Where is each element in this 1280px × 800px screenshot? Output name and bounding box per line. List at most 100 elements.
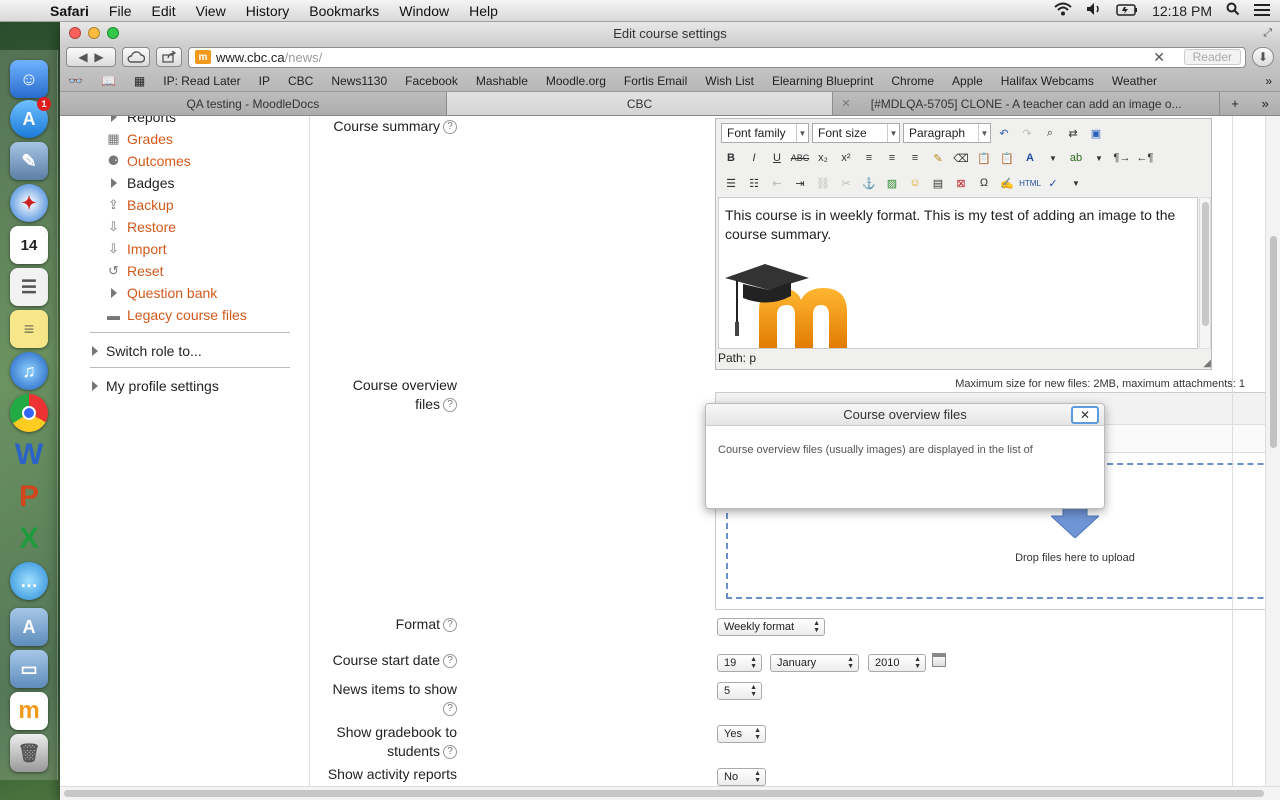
bookmark-cbc[interactable]: CBC: [288, 74, 313, 88]
bullet-list-icon[interactable]: ☰: [721, 173, 741, 193]
sidebar-item-legacy-files[interactable]: ▬ Legacy course files: [106, 307, 247, 323]
page-vertical-scrollbar[interactable]: [1265, 116, 1280, 786]
zoom-window-button[interactable]: [107, 27, 119, 39]
help-icon[interactable]: ?: [443, 745, 457, 760]
align-left-icon[interactable]: ≡: [859, 148, 879, 168]
subscript-icon[interactable]: x₂: [813, 148, 833, 168]
back-arrow-icon[interactable]: ◀: [78, 50, 87, 64]
ltr-icon[interactable]: ¶→: [1112, 148, 1132, 168]
top-sites-grid-icon[interactable]: ▦: [134, 74, 145, 88]
chevron-down-icon[interactable]: ▼: [1066, 173, 1086, 193]
sidebar-profile-settings[interactable]: My profile settings: [92, 378, 219, 394]
font-family-select[interactable]: Font family ▼: [721, 123, 809, 143]
menu-view[interactable]: View: [186, 3, 236, 19]
outdent-icon[interactable]: ⇤: [767, 173, 787, 193]
chrome-icon[interactable]: [10, 394, 48, 432]
sidebar-item-badges[interactable]: Badges: [106, 175, 174, 191]
activity-reports-select[interactable]: No ▲ ▼: [717, 768, 766, 786]
bookmark-fortis-email[interactable]: Fortis Email: [624, 74, 687, 88]
tab-qa-testing[interactable]: QA testing - MoodleDocs: [60, 92, 447, 115]
fullscreen-icon[interactable]: ⤢: [1263, 27, 1272, 40]
menu-file[interactable]: File: [99, 3, 142, 19]
spellcheck-icon[interactable]: ✓: [1043, 173, 1063, 193]
paste-word-icon[interactable]: 📋: [997, 148, 1017, 168]
eraser-icon[interactable]: ⌫: [951, 148, 971, 168]
menu-history[interactable]: History: [236, 3, 300, 19]
anchor-icon[interactable]: ⚓: [859, 173, 879, 193]
moodle-icon[interactable]: m: [10, 692, 48, 730]
gradebook-select[interactable]: Yes ▲ ▼: [717, 725, 766, 743]
menu-app-name[interactable]: Safari: [40, 3, 99, 19]
redo-icon[interactable]: ↷: [1017, 123, 1037, 143]
align-center-icon[interactable]: ≡: [882, 148, 902, 168]
help-icon[interactable]: ?: [443, 398, 457, 413]
close-window-button[interactable]: [69, 27, 81, 39]
paste-text-icon[interactable]: 📋: [974, 148, 994, 168]
start-month-select[interactable]: January ▲ ▼: [770, 654, 859, 672]
help-icon[interactable]: ?: [443, 618, 457, 633]
bookmark-ip[interactable]: IP: [259, 74, 270, 88]
font-size-select[interactable]: Font size ▼: [812, 123, 900, 143]
downloads-button[interactable]: ⬇: [1252, 47, 1274, 67]
close-tab-icon[interactable]: ✕: [841, 97, 850, 110]
clear-url-icon[interactable]: ✕: [1153, 49, 1165, 66]
battery-icon[interactable]: [1116, 3, 1138, 19]
documents-folder-icon[interactable]: ▭: [10, 650, 48, 688]
finder-icon[interactable]: ☺: [10, 60, 48, 98]
bookmark-moodle-org[interactable]: Moodle.org: [546, 74, 606, 88]
icloud-tabs-button[interactable]: [122, 47, 150, 67]
menu-bookmarks[interactable]: Bookmarks: [299, 3, 389, 19]
sidebar-item-grades[interactable]: ▦ Grades: [106, 131, 173, 147]
trash-icon[interactable]: 🗑: [10, 734, 48, 772]
unlink-icon[interactable]: ✂: [836, 173, 856, 193]
sidebar-item-restore[interactable]: ⇩ Restore: [106, 219, 176, 235]
bookmark-apple[interactable]: Apple: [952, 74, 983, 88]
start-year-select[interactable]: 2010 ▲ ▼: [868, 654, 926, 672]
start-day-select[interactable]: 19 ▲ ▼: [717, 654, 762, 672]
find-icon[interactable]: ⌕: [1040, 123, 1060, 143]
image-icon[interactable]: ▨: [882, 173, 902, 193]
chevron-down-icon[interactable]: ▼: [1043, 148, 1063, 168]
replace-icon[interactable]: ⇄: [1063, 123, 1083, 143]
excel-icon[interactable]: X: [10, 520, 48, 558]
menubar-clock[interactable]: 12:18 PM: [1152, 3, 1212, 19]
text-color-icon[interactable]: A: [1020, 148, 1040, 168]
sidebar-item-backup[interactable]: ⇪ Backup: [106, 197, 174, 213]
new-tab-icon[interactable]: +: [1231, 96, 1239, 111]
paragraph-format-select[interactable]: Paragraph ▼: [903, 123, 991, 143]
minimize-window-button[interactable]: [88, 27, 100, 39]
tab-overflow-icon[interactable]: »: [1261, 96, 1268, 111]
calendar-icon[interactable]: 14: [10, 226, 48, 264]
sidebar-item-question-bank[interactable]: Question bank: [106, 285, 217, 301]
bookmark-elearning-blueprint[interactable]: Elearning Blueprint: [772, 74, 873, 88]
news-items-select[interactable]: 5 ▲ ▼: [717, 682, 762, 700]
sidebar-item-reset[interactable]: ↺ Reset: [106, 263, 164, 279]
stickies-icon[interactable]: ≡: [10, 310, 48, 348]
reader-button[interactable]: Reader: [1183, 49, 1241, 65]
bookmark-weather[interactable]: Weather: [1112, 74, 1157, 88]
editor-content[interactable]: This course is in weekly format. This is…: [718, 197, 1198, 349]
wifi-icon[interactable]: [1054, 2, 1072, 19]
bold-icon[interactable]: B: [721, 148, 741, 168]
moodle-nolink-icon[interactable]: ⊠: [951, 173, 971, 193]
highlight-color-icon[interactable]: ab: [1066, 148, 1086, 168]
sidebar-item-reports[interactable]: Reports: [106, 116, 176, 125]
align-right-icon[interactable]: ≡: [905, 148, 925, 168]
menu-window[interactable]: Window: [389, 3, 459, 19]
bookmark-ip-read-later[interactable]: IP: Read Later: [163, 74, 240, 88]
numbered-list-icon[interactable]: ☷: [744, 173, 764, 193]
chevron-down-icon[interactable]: ▼: [1089, 148, 1109, 168]
fullscreen-editor-icon[interactable]: ▣: [1086, 123, 1106, 143]
editor-scrollbar[interactable]: [1199, 197, 1211, 349]
underline-icon[interactable]: U: [767, 148, 787, 168]
address-bar[interactable]: m www.cbc.ca/news/ ✕ Reader: [188, 46, 1246, 68]
strikethrough-icon[interactable]: ABC: [790, 148, 810, 168]
resize-handle-icon[interactable]: ◢: [1203, 358, 1211, 369]
spotlight-search-icon[interactable]: [1226, 2, 1240, 19]
safari-icon[interactable]: ✦: [10, 184, 48, 222]
rtl-icon[interactable]: ←¶: [1135, 148, 1155, 168]
special-character-icon[interactable]: Ω: [974, 173, 994, 193]
messages-icon[interactable]: …: [10, 562, 48, 600]
link-icon[interactable]: ⛓: [813, 173, 833, 193]
reading-list-icon[interactable]: 👓: [68, 74, 83, 88]
